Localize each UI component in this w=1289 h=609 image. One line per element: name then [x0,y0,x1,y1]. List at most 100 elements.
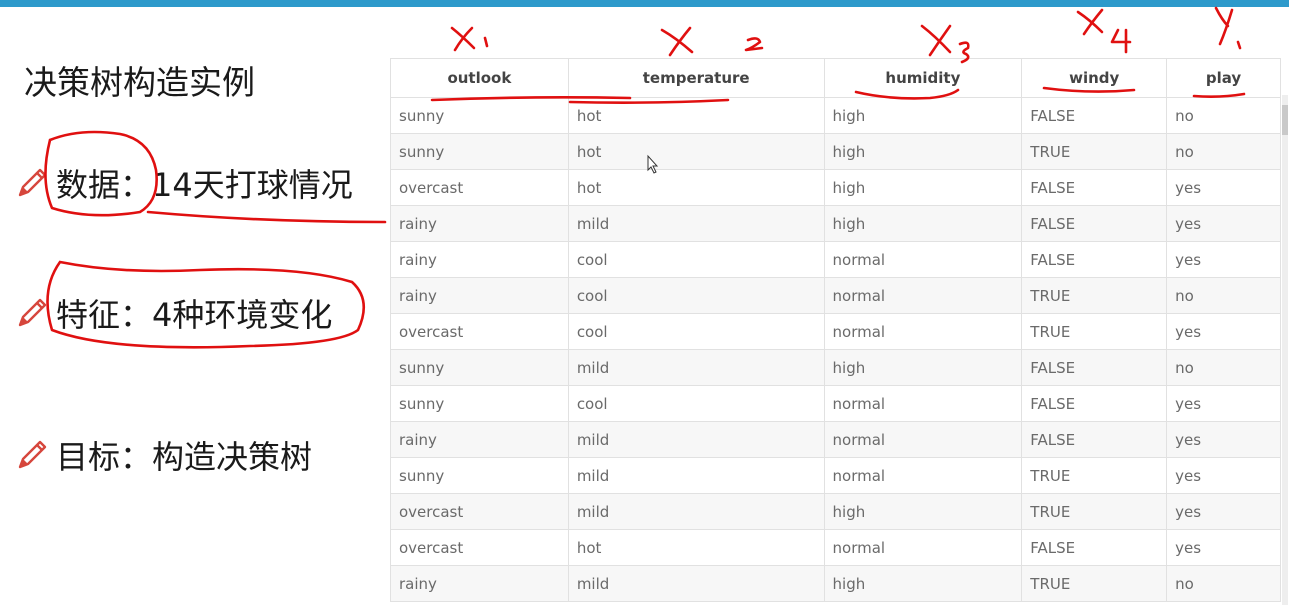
table-cell-outlook: overcast [390,313,569,350]
table-cell-temperature: cool [567,313,825,350]
table-row: rainy mild high TRUE no [390,565,1281,602]
bullet-text: 特征：4种环境变化 [56,296,333,334]
table-row: sunny cool normal FALSE yes [390,385,1281,422]
table-cell-windy: FALSE [1021,241,1168,278]
table-cell-play: no [1166,97,1281,134]
table-cell-temperature: hot [567,97,825,134]
pencil-icon [18,168,47,197]
scrollbar-thumb[interactable] [1282,105,1288,135]
table-cell-play: no [1166,277,1281,314]
table-cell-outlook: sunny [390,385,569,422]
annotation-y-stroke [1214,6,1230,28]
table-cell-windy: TRUE [1021,457,1168,494]
table-cell-outlook: overcast [390,169,569,206]
annotation-x2-stroke [660,28,694,54]
table-cell-play: no [1166,565,1281,602]
table-cell-windy: FALSE [1021,97,1168,134]
table-cell-play: yes [1166,205,1281,242]
table-cell-windy: FALSE [1021,529,1168,566]
table-row: rainy mild normal FALSE yes [390,421,1281,458]
table-cell-windy: FALSE [1021,205,1168,242]
table-cell-windy: FALSE [1021,349,1168,386]
table-cell-temperature: mild [567,349,825,386]
table-header-row: outlook temperature humidity windy play [390,58,1281,98]
table-cell-temperature: mild [567,421,825,458]
annotation-x4-subscript [1110,28,1132,54]
annotation-x1-stroke [450,26,476,50]
table-cell-outlook: overcast [390,529,569,566]
table-cell-outlook: rainy [390,277,569,314]
table-row: sunny hot high FALSE no [390,97,1281,134]
table-cell-humidity: high [823,133,1023,170]
annotation-x1-subscript [483,36,489,48]
annotation-x3-stroke [928,24,952,57]
table-cell-play: yes [1166,421,1281,458]
table-row: overcast hot high FALSE yes [390,169,1281,206]
bullet-text: 目标：构造决策树 [56,438,313,476]
table-cell-temperature: mild [567,205,825,242]
table-cell-humidity: high [823,493,1023,530]
table-cell-temperature: cool [567,277,825,314]
table-row: overcast cool normal TRUE yes [390,313,1281,350]
table-row: sunny mild high FALSE no [390,349,1281,386]
column-header-outlook[interactable]: outlook [390,58,569,98]
table-row: sunny mild normal TRUE yes [390,457,1281,494]
bullet-text: 数据：14天打球情况 [56,166,353,204]
annotation-x1-stroke [453,26,474,52]
table-cell-outlook: overcast [390,493,569,530]
table-cell-play: yes [1166,385,1281,422]
table-cell-windy: FALSE [1021,385,1168,422]
column-header-windy[interactable]: windy [1021,58,1168,98]
table-cell-humidity: normal [823,421,1023,458]
annotation-x3-stroke [920,24,952,54]
table-cell-humidity: normal [823,277,1023,314]
table-cell-play: no [1166,133,1281,170]
top-accent-bar [0,0,1289,7]
annotation-y-stroke [1218,8,1234,46]
table-cell-temperature: mild [567,493,825,530]
table-cell-temperature: hot [567,169,825,206]
table-row: sunny hot high TRUE no [390,133,1281,170]
table-row: rainy cool normal FALSE yes [390,241,1281,278]
table-cell-temperature: cool [567,241,825,278]
table-cell-outlook: rainy [390,421,569,458]
table-cell-humidity: high [823,349,1023,386]
table-cell-humidity: high [823,169,1023,206]
table-cell-humidity: normal [823,385,1023,422]
slide-title: 决策树构造实例 [24,63,255,102]
table-row: overcast mild high TRUE yes [390,493,1281,530]
bullet-data: 数据：14天打球情况 [14,160,353,206]
table-cell-outlook: rainy [390,205,569,242]
table-row: overcast hot normal FALSE yes [390,529,1281,566]
table-cell-play: no [1166,349,1281,386]
annotation-x4-stroke [1076,10,1104,34]
table-row: rainy mild high FALSE yes [390,205,1281,242]
pencil-icon [18,298,47,327]
table-cell-outlook: sunny [390,97,569,134]
table-cell-temperature: mild [567,565,825,602]
pencil-icon [18,440,47,469]
table-cell-windy: FALSE [1021,169,1168,206]
annotation-y-subscript [1236,40,1242,50]
table-cell-humidity: normal [823,457,1023,494]
table-cell-humidity: high [823,97,1023,134]
table-cell-temperature: hot [567,133,825,170]
table-cell-humidity: normal [823,241,1023,278]
table-cell-play: yes [1166,241,1281,278]
column-header-temperature[interactable]: temperature [567,58,825,98]
table-cell-humidity: high [823,565,1023,602]
table-cell-temperature: cool [567,385,825,422]
table-cell-humidity: normal [823,529,1023,566]
table-cell-play: yes [1166,493,1281,530]
column-header-play[interactable]: play [1166,58,1281,98]
table-cell-play: yes [1166,169,1281,206]
annotation-x4-stroke [1082,8,1104,36]
table-cell-outlook: sunny [390,133,569,170]
table-cell-humidity: high [823,205,1023,242]
table-cell-play: yes [1166,529,1281,566]
table-scrollbar[interactable] [1282,95,1288,605]
table-cell-temperature: hot [567,529,825,566]
column-header-humidity[interactable]: humidity [823,58,1023,98]
table-cell-windy: TRUE [1021,565,1168,602]
bullet-features: 特征：4种环境变化 [14,290,332,336]
